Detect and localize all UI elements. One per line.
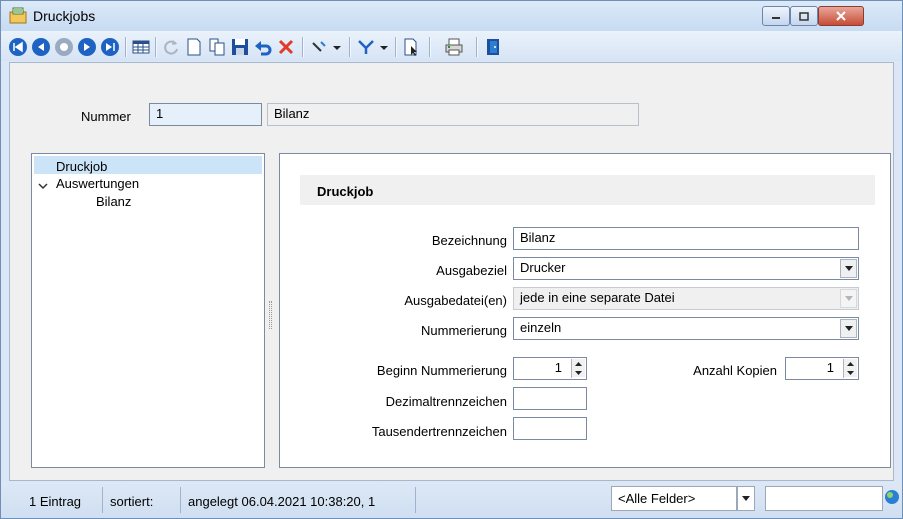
tools-icon[interactable] xyxy=(309,37,329,57)
tree-item-bilanz[interactable]: Bilanz xyxy=(96,194,131,209)
spinner-down-icon[interactable] xyxy=(572,368,585,377)
copy-record-icon[interactable] xyxy=(207,37,227,57)
anzahl-kopien-spinner[interactable]: 1 xyxy=(785,357,859,380)
ausgabedatei-value: jede in eine separate Datei xyxy=(520,290,675,305)
chevron-down-icon[interactable] xyxy=(38,179,48,194)
beginn-nummerierung-value: 1 xyxy=(554,360,562,375)
number-input[interactable]: 1 xyxy=(149,103,262,126)
tausendertrennzeichen-field[interactable] xyxy=(513,417,587,440)
toolbar-separator xyxy=(429,37,431,57)
sorted-label: sortiert: xyxy=(110,494,154,509)
title-bar: Druckjobs xyxy=(1,1,902,31)
dezimaltrennzeichen-field[interactable] xyxy=(513,387,587,410)
section-header xyxy=(300,175,875,205)
ausgabeziel-label: Ausgabeziel xyxy=(436,263,507,278)
beginn-nummerierung-label: Beginn Nummerierung xyxy=(376,363,507,378)
toolbar-separator xyxy=(302,37,304,57)
printer-folder-icon xyxy=(9,7,27,25)
status-separator xyxy=(180,487,181,513)
ausgabedatei-label: Ausgabedatei(en) xyxy=(404,293,507,308)
bezeichnung-field[interactable]: Bilanz xyxy=(513,227,859,250)
chevron-down-icon xyxy=(840,289,857,308)
created-info: angelegt 06.04.2021 10:38:20, 1 xyxy=(188,494,376,509)
druckjobs-window: Druckjobs Nummer 1 Bilanz Druckjob Auswe… xyxy=(0,0,903,519)
filter-icon[interactable] xyxy=(356,37,376,57)
search-input[interactable] xyxy=(765,486,883,511)
spinner-buttons[interactable] xyxy=(843,359,857,378)
new-record-icon[interactable] xyxy=(184,37,204,57)
exit-door-icon[interactable] xyxy=(483,37,503,57)
toolbar xyxy=(1,31,902,61)
anzahl-kopien-value: 1 xyxy=(826,360,834,375)
tausendertrennzeichen-label: Tausendertrennzeichen xyxy=(371,424,507,439)
ausgabeziel-value: Drucker xyxy=(520,260,566,275)
status-separator xyxy=(102,487,103,513)
chevron-down-icon[interactable] xyxy=(840,319,857,338)
nummerierung-select[interactable]: einzeln xyxy=(513,317,859,340)
chevron-down-icon[interactable] xyxy=(840,259,857,278)
chevron-down-icon[interactable] xyxy=(378,37,390,57)
tree-item-druckjob[interactable]: Druckjob xyxy=(56,159,107,174)
dezimaltrennzeichen-label: Dezimaltrennzeichen xyxy=(385,394,507,409)
spinner-down-icon[interactable] xyxy=(844,368,857,377)
undo-icon[interactable] xyxy=(253,37,273,57)
table-view-icon[interactable] xyxy=(131,37,151,57)
bezeichnung-label: Bezeichnung xyxy=(431,233,507,248)
maximize-icon xyxy=(791,7,817,25)
beginn-nummerierung-spinner[interactable]: 1 xyxy=(513,357,587,380)
document-select-icon[interactable] xyxy=(401,37,421,57)
ausgabedatei-select: jede in eine separate Datei xyxy=(513,287,859,310)
previous-record-icon[interactable] xyxy=(31,37,51,57)
chevron-down-icon[interactable] xyxy=(737,486,755,511)
maximize-button[interactable] xyxy=(790,6,818,26)
refresh-icon[interactable] xyxy=(161,37,181,57)
toolbar-separator xyxy=(125,37,127,57)
last-record-icon[interactable] xyxy=(100,37,120,57)
globe-icon[interactable] xyxy=(884,489,900,505)
print-icon[interactable] xyxy=(444,37,464,57)
close-button[interactable] xyxy=(818,6,864,26)
center-icon[interactable] xyxy=(54,37,74,57)
spinner-buttons[interactable] xyxy=(571,359,585,378)
toolbar-separator xyxy=(476,37,478,57)
close-icon xyxy=(819,7,863,25)
chevron-down-icon[interactable] xyxy=(331,37,343,57)
minimize-button[interactable] xyxy=(762,6,790,26)
number-label: Nummer xyxy=(81,109,131,124)
name-display: Bilanz xyxy=(267,103,639,126)
tree-item-auswertungen[interactable]: Auswertungen xyxy=(56,176,139,191)
field-filter-select[interactable]: <Alle Felder> xyxy=(611,486,737,511)
ausgabeziel-select[interactable]: Drucker xyxy=(513,257,859,280)
minimize-icon xyxy=(763,7,789,25)
toolbar-separator xyxy=(155,37,157,57)
section-title: Druckjob xyxy=(317,184,374,199)
toolbar-separator xyxy=(395,37,397,57)
status-separator xyxy=(415,487,416,513)
first-record-icon[interactable] xyxy=(8,37,28,57)
field-filter-value: <Alle Felder> xyxy=(618,491,696,506)
nummerierung-label: Nummerierung xyxy=(421,323,507,338)
nummerierung-value: einzeln xyxy=(520,320,562,335)
navigation-tree: Druckjob Auswertungen Bilanz xyxy=(31,153,265,468)
window-title: Druckjobs xyxy=(33,8,96,24)
delete-icon[interactable] xyxy=(276,37,296,57)
anzahl-kopien-label: Anzahl Kopien xyxy=(693,363,777,378)
record-count: 1 Eintrag xyxy=(29,494,82,509)
toolbar-separator xyxy=(349,37,351,57)
next-record-icon[interactable] xyxy=(77,37,97,57)
save-icon[interactable] xyxy=(230,37,250,57)
splitter-handle[interactable] xyxy=(269,301,272,329)
